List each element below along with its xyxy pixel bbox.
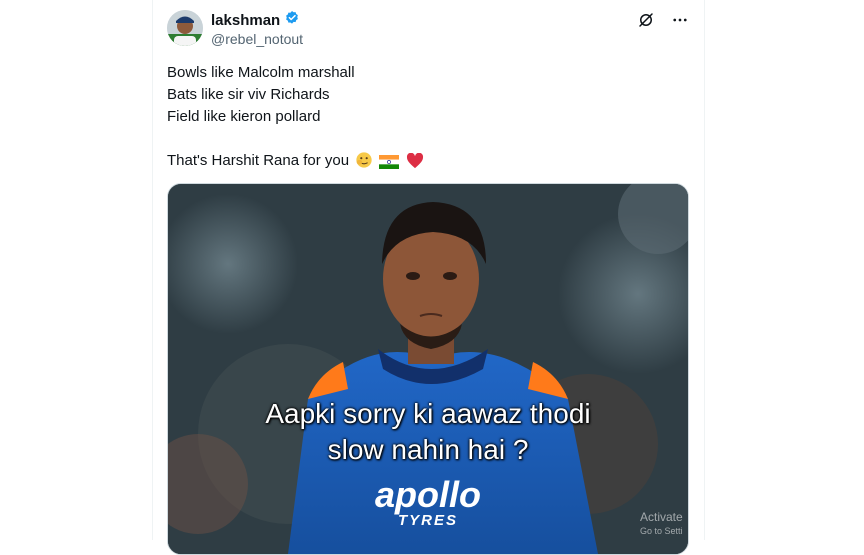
- tweet-text-line-last: That's Harshit Rana for you: [167, 150, 687, 172]
- more-dots-icon[interactable]: [670, 10, 690, 30]
- meme-caption-line-1: Aapki sorry ki aawaz thodi: [265, 398, 591, 429]
- tweet-text: Bowls like Malcolm marshall Bats like si…: [167, 62, 687, 172]
- tweet-card[interactable]: lakshman @rebel_notout Bowls like Malcol…: [152, 0, 705, 555]
- author-avatar[interactable]: [167, 10, 203, 46]
- author-handle[interactable]: @rebel_notout: [211, 31, 303, 47]
- tweet-text-line: Bowls like Malcolm marshall: [167, 64, 355, 81]
- tweet-media-image[interactable]: Aapki sorry ki aawaz thodi slow nahin ha…: [167, 183, 689, 555]
- jersey-sponsor-subtext: TYRES: [397, 512, 458, 529]
- meme-caption: Aapki sorry ki aawaz thodi slow nahin ha…: [168, 396, 688, 468]
- watermark-line-2: Go to Setti: [640, 526, 683, 536]
- jersey-sponsor-text: apollo: [375, 474, 481, 515]
- tweet-text-final: That's Harshit Rana for you: [167, 152, 350, 169]
- face-with-peeking-eye-icon: [355, 151, 373, 176]
- author-display-name[interactable]: lakshman: [211, 12, 280, 29]
- tweet-text-line: Field like kieron pollard: [167, 108, 321, 125]
- tweet-text-line: Bats like sir viv Richards: [167, 86, 330, 103]
- grok-icon[interactable]: [636, 10, 656, 30]
- red-heart-icon: [406, 152, 424, 176]
- verified-badge-icon: [284, 10, 300, 31]
- india-flag-icon: [379, 154, 400, 176]
- activate-windows-watermark: Activate Go to Setti: [640, 510, 683, 538]
- watermark-line-1: Activate: [640, 510, 683, 524]
- meme-caption-line-2: slow nahin hai ?: [327, 434, 529, 465]
